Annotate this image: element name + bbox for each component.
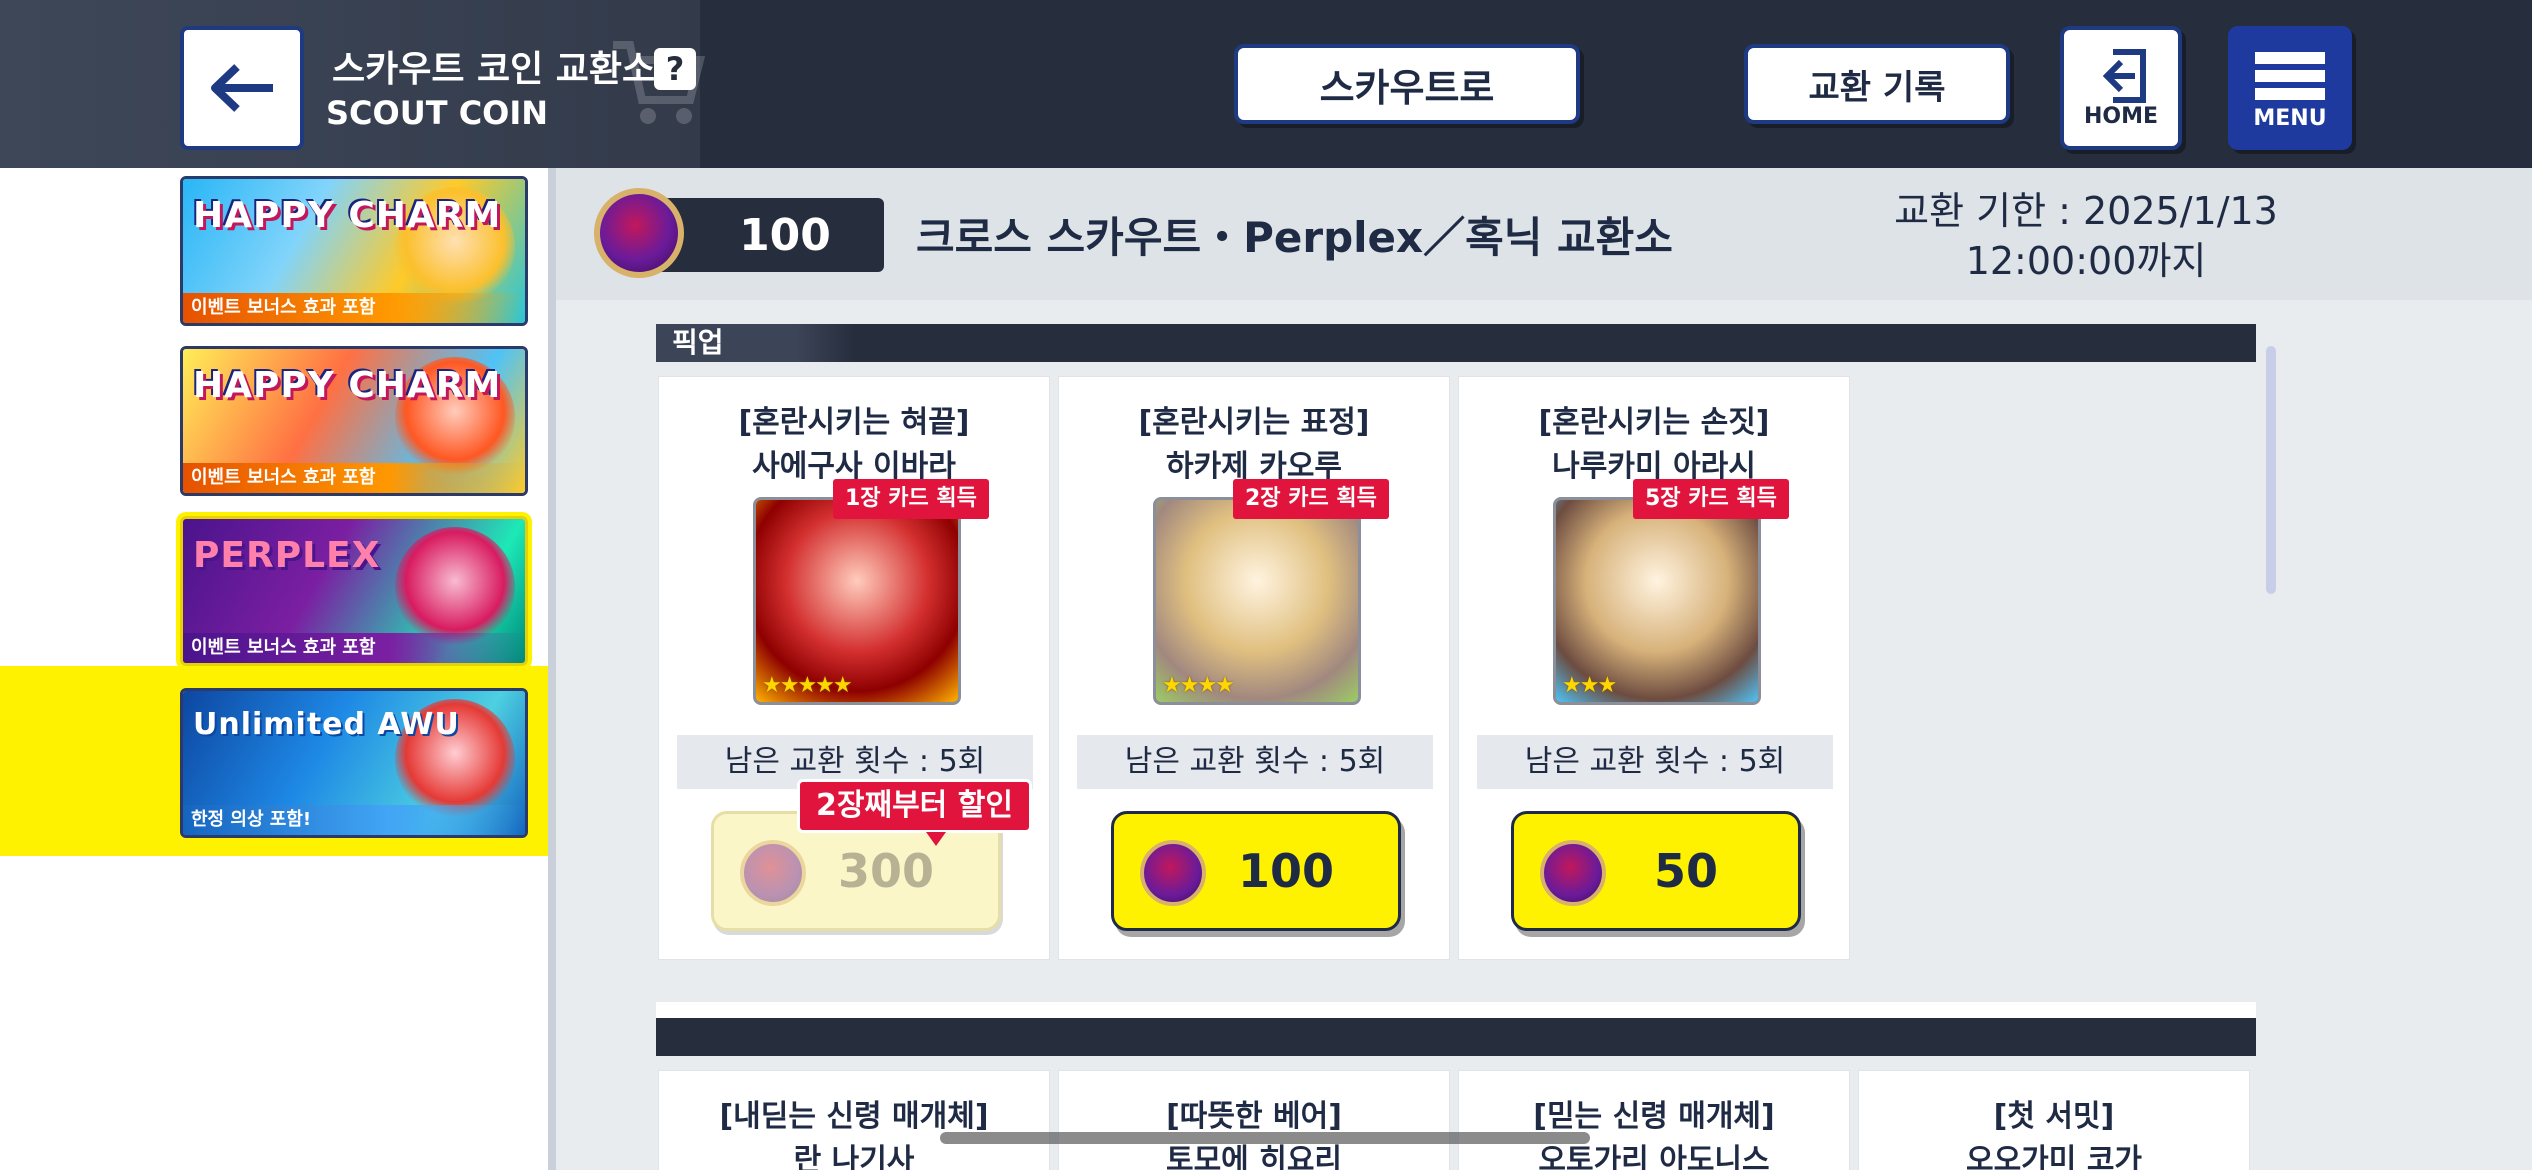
banner-title: HAPPY CHARM bbox=[193, 195, 502, 236]
rarity-stars: ★★★ bbox=[1562, 673, 1617, 698]
hamburger-icon bbox=[2255, 46, 2325, 106]
exchange-card[interactable]: [혼란시키는 손짓] 나루카미 아라시 ★★★ 5장 카드 획득 남은 교환 횟… bbox=[1458, 376, 1850, 960]
item-list[interactable]: 픽업 [혼란시키는 혀끝] 사에구사 이바라 ★★★★★ 1장 카드 획득 남은… bbox=[656, 324, 2256, 1170]
sidebar-item-perplex[interactable]: PERPLEX 이벤트 보너스 효과 포함 bbox=[180, 516, 528, 666]
exchange-card[interactable]: [내딛는 신령 매개체] 란 나기사 bbox=[658, 1070, 1050, 1170]
card-title: [따뜻한 베어] bbox=[1166, 1099, 1342, 1134]
banner-label: 이벤트 보너스 효과 포함 bbox=[183, 633, 525, 663]
exchange-panel: 100 크로스 스카우트・Perplex／혹닉 교환소 교환 기한 : 2025… bbox=[556, 168, 2532, 1170]
scout-coin-icon bbox=[594, 188, 684, 278]
rarity-stars: ★★★★ bbox=[1162, 673, 1235, 698]
price-value: 50 bbox=[1653, 844, 1718, 898]
card-title: [내딛는 신령 매개체] bbox=[719, 1099, 989, 1134]
card-count-badge: 5장 카드 획득 bbox=[1633, 479, 1789, 519]
card-portrait: ★★★ bbox=[1553, 497, 1761, 705]
banner-title: PERPLEX bbox=[193, 535, 381, 576]
banner-title: HAPPY CHARM bbox=[193, 365, 502, 406]
discount-tag: 2장째부터 할인 bbox=[797, 779, 1032, 846]
card-title: [혼란시키는 혀끝] bbox=[738, 405, 970, 440]
banner-title: Unlimited AWU bbox=[193, 707, 460, 742]
banner-label: 이벤트 보너스 효과 포함 bbox=[183, 463, 525, 493]
back-button[interactable] bbox=[180, 26, 304, 150]
rarity-stars: ★★★★★ bbox=[762, 673, 853, 698]
sidebar-item-happy-charm-sunny[interactable]: HAPPY CHARM 이벤트 보너스 효과 포함 bbox=[180, 346, 528, 496]
help-icon[interactable]: ? bbox=[654, 48, 696, 90]
exchange-deadline: 교환 기한 : 2025/1/13 12:00:00까지 bbox=[1856, 186, 2316, 286]
section-label: 픽업 bbox=[656, 324, 856, 362]
shop-title: 크로스 스카우트・Perplex／혹닉 교환소 bbox=[916, 213, 1673, 262]
exchange-card[interactable]: [첫 서밋] 오오가미 코가 bbox=[1858, 1070, 2250, 1170]
remaining-exchanges: 남은 교환 횟수 : 5회 bbox=[1077, 735, 1433, 789]
scout-coin-icon bbox=[1140, 840, 1206, 906]
pickup-section-header: 픽업 bbox=[656, 324, 2256, 362]
character-portrait bbox=[395, 527, 515, 647]
back-arrow-icon bbox=[211, 64, 273, 112]
card-title: [혼란시키는 손짓] bbox=[1538, 405, 1770, 440]
price-value: 100 bbox=[1237, 844, 1335, 898]
sidebar-item-happy-charm-candies[interactable]: HAPPY CHARM 이벤트 보너스 효과 포함 bbox=[180, 176, 528, 326]
banner-label: 이벤트 보너스 효과 포함 bbox=[183, 293, 525, 323]
exchange-card[interactable]: [혼란시키는 혀끝] 사에구사 이바라 ★★★★★ 1장 카드 획득 남은 교환… bbox=[658, 376, 1050, 960]
exchange-card[interactable]: [믿는 신령 매개체] 오토가리 아도니스 bbox=[1458, 1070, 1850, 1170]
card-count-badge: 1장 카드 획득 bbox=[833, 479, 989, 519]
scrollbar[interactable] bbox=[2266, 346, 2276, 594]
card-title: [믿는 신령 매개체] bbox=[1533, 1099, 1775, 1134]
page-subtitle: SCOUT COIN bbox=[326, 94, 549, 132]
price-value: 300 bbox=[837, 844, 935, 898]
scout-coin-icon bbox=[740, 840, 806, 906]
home-button[interactable]: HOME bbox=[2060, 26, 2182, 150]
go-to-scout-button[interactable]: 스카우트로 bbox=[1234, 44, 1580, 124]
card-title: [첫 서밋] bbox=[1993, 1099, 2115, 1134]
menu-button[interactable]: MENU bbox=[2228, 26, 2352, 150]
coin-balance: 100 bbox=[656, 198, 884, 272]
card-portrait: ★★★★★ bbox=[753, 497, 961, 705]
character-name: 오오가미 코가 bbox=[1965, 1143, 2143, 1170]
scout-coin-icon bbox=[1540, 840, 1606, 906]
home-indicator[interactable] bbox=[940, 1132, 1590, 1144]
sidebar-divider bbox=[548, 168, 556, 1170]
banner-label: 한정 의상 포함! bbox=[183, 805, 525, 835]
page-title: 스카우트 코인 교환소 bbox=[332, 49, 656, 90]
remaining-exchanges: 남은 교환 횟수 : 5회 bbox=[1477, 735, 1833, 789]
card-portrait: ★★★★ bbox=[1153, 497, 1361, 705]
menu-label: MENU bbox=[2253, 105, 2327, 131]
card-count-badge: 2장 카드 획득 bbox=[1233, 479, 1389, 519]
exchange-card[interactable]: [따뜻한 베어] 토모에 히요리 bbox=[1058, 1070, 1450, 1170]
exchange-button[interactable]: 50 bbox=[1511, 811, 1801, 931]
exchange-button[interactable]: 100 bbox=[1111, 811, 1401, 931]
shop-header: 100 크로스 스카우트・Perplex／혹닉 교환소 교환 기한 : 2025… bbox=[556, 168, 2532, 300]
exchange-history-button[interactable]: 교환 기록 bbox=[1744, 44, 2010, 124]
top-bar: 스카우트 코인 교환소 ? SCOUT COIN 스카우트로 교환 기록 HOM… bbox=[0, 0, 2532, 168]
exchange-card[interactable]: [혼란시키는 표정] 하카제 카오루 ★★★★ 2장 카드 획득 남은 교환 횟… bbox=[1058, 376, 1450, 960]
deadline-time: 12:00:00까지 bbox=[1965, 239, 2207, 283]
card-title: [혼란시키는 표정] bbox=[1138, 405, 1370, 440]
shop-list-sidebar: HAPPY CHARM 이벤트 보너스 효과 포함 HAPPY CHARM 이벤… bbox=[0, 168, 550, 1170]
deadline-date: 교환 기한 : 2025/1/13 bbox=[1894, 189, 2278, 233]
other-items-section-header bbox=[656, 1018, 2256, 1056]
home-label: HOME bbox=[2083, 103, 2159, 129]
sidebar-item-unlimited-awu[interactable]: Unlimited AWU 한정 의상 포함! bbox=[180, 688, 528, 838]
home-exit-icon bbox=[2102, 48, 2146, 103]
